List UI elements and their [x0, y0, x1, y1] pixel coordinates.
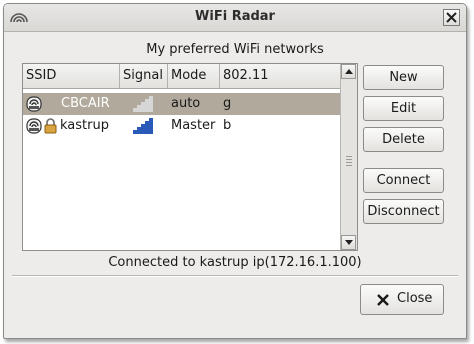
arrow-up-icon [345, 69, 353, 74]
close-button-label: Close [397, 291, 433, 306]
scroll-up-button[interactable] [341, 64, 356, 79]
edit-button[interactable]: Edit [363, 96, 444, 121]
connection-status: Connected to kastrup ip(172.16.1.100) [108, 255, 362, 270]
title-bar[interactable]: WiFi Radar [4, 4, 466, 32]
column-header-mode[interactable]: Mode [168, 64, 220, 88]
wifi-ap-icon [26, 96, 42, 112]
window-title: WiFi Radar [195, 9, 275, 24]
network-ssid: kastrup [60, 118, 109, 133]
disconnect-button[interactable]: Disconnect [363, 199, 444, 224]
window-close-button[interactable] [443, 9, 460, 26]
column-header-protocol[interactable]: 802.11 [220, 64, 341, 88]
column-header-signal[interactable]: Signal [120, 64, 168, 88]
lock-icon [44, 118, 57, 134]
signal-weak-icon [133, 96, 153, 112]
scroll-down-button[interactable] [341, 235, 356, 250]
scrollbar-grip[interactable] [346, 156, 352, 168]
network-protocol: b [223, 118, 232, 133]
network-protocol: g [223, 96, 232, 111]
separator [12, 275, 458, 277]
wifi-ap-icon [26, 118, 42, 134]
delete-button[interactable]: Delete [363, 127, 444, 152]
network-mode: Master [171, 118, 216, 133]
new-button[interactable]: New [363, 65, 444, 90]
network-row[interactable]: kastrup Master b [23, 115, 341, 137]
wifi-radar-window: WiFi Radar My preferred WiFi networks SS… [3, 3, 467, 339]
close-icon [377, 294, 389, 306]
network-row[interactable]: CBCAIR auto g [23, 93, 341, 115]
network-list[interactable]: SSID Signal Mode 802.11 CBCAIR auto g ka… [22, 63, 358, 251]
arrow-down-icon [345, 240, 353, 245]
list-heading: My preferred WiFi networks [146, 42, 324, 57]
network-mode: auto [171, 96, 201, 111]
connect-button[interactable]: Connect [363, 168, 444, 193]
signal-strong-icon [133, 118, 153, 134]
column-header-ssid[interactable]: SSID [23, 64, 120, 88]
close-button[interactable]: Close [360, 284, 444, 315]
list-header: SSID Signal Mode 802.11 [23, 64, 341, 89]
network-ssid: CBCAIR [61, 96, 110, 111]
close-icon [446, 12, 457, 23]
list-scrollbar[interactable] [340, 64, 357, 250]
